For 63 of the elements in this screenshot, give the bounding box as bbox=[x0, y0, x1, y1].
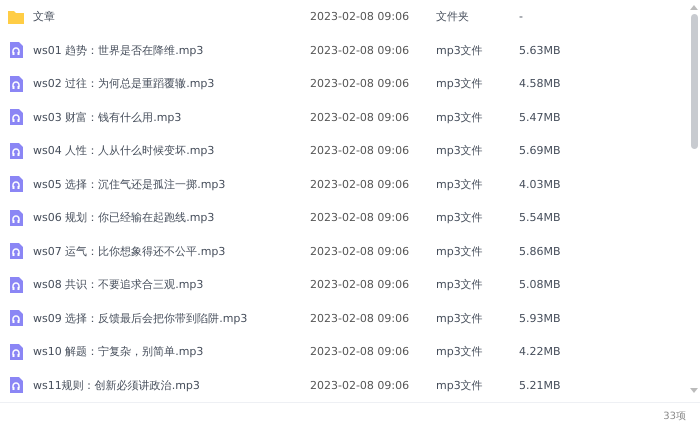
audio-file-icon bbox=[7, 376, 25, 394]
scroll-up-icon[interactable] bbox=[690, 4, 698, 10]
audio-file-icon bbox=[7, 276, 25, 294]
audio-file-icon bbox=[7, 74, 25, 93]
file-type: mp3文件 bbox=[436, 244, 484, 259]
file-name[interactable]: ws02 过往：为何总是重蹈覆辙.mp3 bbox=[33, 76, 310, 92]
audio-file-icon bbox=[7, 142, 25, 160]
file-type: mp3文件 bbox=[436, 176, 484, 192]
file-type: mp3文件 bbox=[436, 42, 484, 58]
audio-file-icon bbox=[7, 342, 25, 361]
file-size: 5.93MB bbox=[519, 312, 561, 325]
file-size: 5.63MB bbox=[519, 44, 561, 57]
audio-file-icon bbox=[7, 175, 25, 194]
file-name[interactable]: ws03 财富：钱有什么用.mp3 bbox=[33, 110, 310, 125]
modified-date: 2023-02-08 09:06 bbox=[310, 312, 410, 325]
modified-date: 2023-02-08 09:06 bbox=[310, 10, 410, 24]
file-name[interactable]: ws09 选择：反馈最后会把你带到陷阱.mp3 bbox=[33, 310, 310, 326]
item-count: 33项 bbox=[663, 410, 686, 423]
file-type: mp3文件 bbox=[436, 310, 484, 326]
file-type: mp3文件 bbox=[436, 76, 484, 92]
modified-date: 2023-02-08 09:06 bbox=[310, 244, 410, 258]
audio-file-icon bbox=[7, 309, 25, 328]
file-size: 5.08MB bbox=[519, 278, 561, 292]
file-name[interactable]: ws04 人性：人从什么时候变坏.mp3 bbox=[33, 143, 310, 158]
audio-file-icon bbox=[7, 208, 25, 227]
file-size: 5.47MB bbox=[519, 110, 561, 124]
audio-file-icon bbox=[7, 242, 25, 260]
file-name[interactable]: ws10 解题：宁复杂，别简单.mp3 bbox=[33, 344, 310, 360]
file-name[interactable]: ws11规则：创新必须讲政治.mp3 bbox=[33, 378, 310, 393]
file-name[interactable]: ws07 运气：比你想象得还不公平.mp3 bbox=[33, 244, 310, 259]
modified-date: 2023-02-08 09:06 bbox=[310, 345, 410, 358]
modified-date: 2023-02-08 09:06 bbox=[310, 144, 410, 158]
modified-date: 2023-02-08 09:06 bbox=[310, 77, 410, 90]
file-size: 4.58MB bbox=[519, 77, 561, 90]
scroll-down-icon[interactable] bbox=[690, 388, 698, 394]
file-size: 5.69MB bbox=[519, 144, 561, 158]
file-type: mp3文件 bbox=[436, 378, 484, 393]
file-size: 5.21MB bbox=[519, 378, 561, 392]
modified-date: 2023-02-08 09:06 bbox=[310, 110, 410, 124]
file-name[interactable]: ws05 选择：沉住气还是孤注一掷.mp3 bbox=[33, 176, 310, 192]
file-type: mp3文件 bbox=[436, 110, 484, 125]
modified-date: 2023-02-08 09:06 bbox=[310, 44, 410, 57]
file-size: 5.86MB bbox=[519, 244, 561, 258]
modified-date: 2023-02-08 09:06 bbox=[310, 211, 410, 224]
file-size: 4.03MB bbox=[519, 178, 561, 191]
file-type: mp3文件 bbox=[436, 277, 484, 292]
file-type: mp3文件 bbox=[436, 143, 484, 158]
file-name[interactable]: ws06 规划：你已经输在起跑线.mp3 bbox=[33, 210, 310, 226]
file-name[interactable]: 文章 bbox=[33, 9, 310, 24]
file-size: - bbox=[519, 10, 523, 24]
file-type: 文件夹 bbox=[436, 9, 470, 24]
audio-file-icon bbox=[7, 41, 25, 60]
modified-date: 2023-02-08 09:06 bbox=[310, 378, 410, 392]
modified-date: 2023-02-08 09:06 bbox=[310, 178, 410, 191]
file-type: mp3文件 bbox=[436, 210, 484, 226]
file-name[interactable]: ws01 趋势：世界是否在降维.mp3 bbox=[33, 42, 310, 58]
scrollbar-thumb[interactable] bbox=[690, 14, 698, 149]
file-size: 4.22MB bbox=[519, 345, 561, 358]
file-type: mp3文件 bbox=[436, 344, 484, 360]
modified-date: 2023-02-08 09:06 bbox=[310, 278, 410, 292]
file-size: 5.54MB bbox=[519, 211, 561, 224]
audio-file-icon bbox=[7, 108, 25, 126]
file-name[interactable]: ws08 共识：不要追求合三观.mp3 bbox=[33, 277, 310, 292]
